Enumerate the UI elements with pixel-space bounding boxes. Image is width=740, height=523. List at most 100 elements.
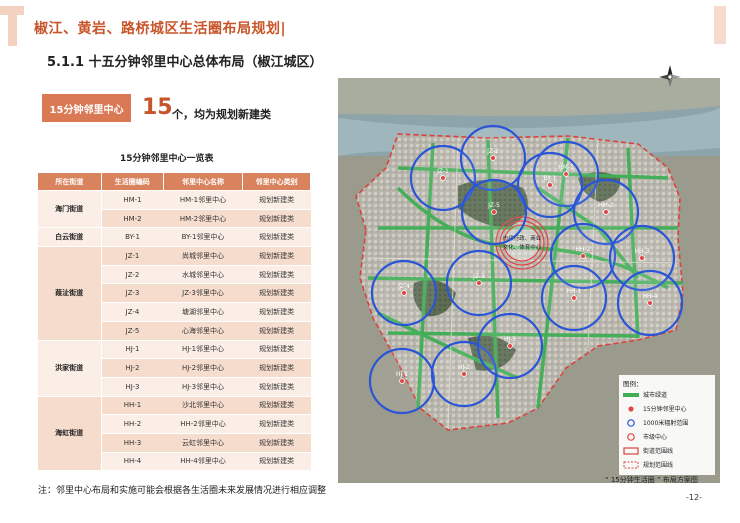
type-cell: 规划新建类: [242, 209, 311, 229]
circle-label: HJ-3: [504, 336, 516, 343]
name-cell: 沙北邻里中心: [163, 396, 243, 416]
neighborhood-center-dot: [399, 378, 405, 384]
circle-label: HH-3: [634, 248, 649, 255]
legend-item: 街道范围线: [623, 446, 673, 455]
code-cell: JZ-2: [101, 265, 164, 285]
page-number: -12-: [686, 493, 702, 502]
city-center-legend-icon: [623, 432, 639, 441]
name-cell: 水城邻里中心: [163, 265, 243, 285]
code-cell: JZ-5: [101, 321, 164, 341]
north-arrow-icon: [659, 65, 681, 87]
legend-item: 市级中心: [623, 432, 667, 441]
map-legend: 图例： 城市绿道 15分钟邻里中心 1000米辐射范围 市级中心 街道范围线 规…: [619, 375, 715, 475]
neighborhood-center-table: 所在街道 生活圈编码 邻里中心名称 邻里中心类别 海门街道 HM-1 HM-1邻里中…: [37, 172, 311, 472]
street-cell: 海虹街道: [37, 396, 102, 472]
center-dot-legend-icon: [623, 405, 639, 413]
code-cell: HH-2: [101, 414, 164, 434]
neighborhood-center-dot: [461, 371, 467, 377]
table-header: 邻里中心名称: [162, 172, 244, 191]
type-cell: 规划新建类: [242, 265, 311, 285]
name-cell: HH-4邻里中心: [163, 452, 243, 472]
circle-label: JZ-5: [487, 202, 500, 209]
code-cell: JZ-1: [101, 246, 164, 266]
code-cell: HH-4: [101, 452, 164, 472]
table-header: 生活圈编码: [100, 172, 164, 191]
table-row: 洪家街道 HJ-1 HJ-1邻里中心 规划新建类: [37, 340, 311, 397]
name-cell: JZ-3邻里中心: [163, 283, 243, 304]
city-center-label-2: 文化、体育中心: [503, 243, 542, 251]
table-row: 白云街道 BY-1 BY-1邻里中心 规划新建类: [37, 227, 311, 248]
table-row: 葭沚街道 JZ-1 尚城邻里中心 规划新建类: [37, 246, 311, 341]
name-cell: HM-2邻里中心: [163, 209, 243, 229]
code-cell: JZ-3: [101, 283, 164, 304]
legend-title: 图例：: [623, 380, 643, 388]
header-decoration: [0, 0, 26, 46]
code-cell: HM-1: [101, 190, 164, 210]
type-cell: 规划新建类: [242, 283, 311, 304]
plan-boundary-legend-icon: [623, 461, 639, 469]
code-cell: HJ-3: [101, 377, 164, 397]
type-cell: 规划新建类: [242, 358, 311, 378]
circle-label: JZ-4: [397, 283, 410, 290]
type-cell: 规划新建类: [242, 340, 311, 360]
type-cell: 规划新建类: [242, 377, 311, 397]
circle-label: HJ-2: [458, 364, 470, 371]
code-cell: BY-1: [101, 227, 164, 248]
table-header: 所在街道: [37, 172, 102, 191]
table-body: 海门街道 HM-1 HM-1邻里中心 规划新建类 HM-2 HM-2邻里中心 规划新建类 白云…: [37, 190, 311, 472]
circle-label: BY-1: [544, 175, 557, 182]
street-cell: 葭沚街道: [37, 246, 102, 341]
neighborhood-center-dot: [491, 209, 497, 215]
footnote: 注：邻里中心布局和实施可能会根据各生活圈未来发展情况进行相应调整: [38, 486, 327, 496]
code-cell: HJ-1: [101, 340, 164, 360]
table-row: 海门街道 HM-1 HM-1邻里中心 规划新建类: [37, 190, 311, 229]
neighborhood-center-dot: [647, 300, 653, 306]
highlight-number: 15: [142, 95, 173, 120]
highlight-text: 个，均为规划新建类: [172, 108, 271, 121]
name-cell: HM-1邻里中心: [163, 190, 243, 210]
circle-label: HH-2: [575, 246, 590, 253]
type-cell: 规划新建类: [242, 227, 311, 248]
code-cell: HH-3: [101, 433, 164, 453]
neighborhood-center-dot: [571, 295, 577, 301]
type-cell: 规划新建类: [242, 321, 311, 341]
name-cell: HJ-2邻里中心: [163, 358, 243, 378]
name-cell: 塘湖邻里中心: [163, 302, 243, 322]
legend-item: 城市绿道: [623, 390, 667, 399]
street-boundary-legend-icon: [623, 446, 639, 455]
header-decoration-right: [714, 6, 726, 44]
circle-label: JZ-3: [472, 273, 485, 280]
radius-legend-icon: [623, 418, 639, 427]
type-cell: 规划新建类: [242, 396, 311, 416]
neighborhood-center-dot: [547, 182, 553, 188]
highlight-label: 15分钟邻里中心: [42, 94, 131, 122]
table-row: 海虹街道 HH-1 沙北邻里中心 规划新建类: [37, 396, 311, 472]
neighborhood-center-dot: [476, 280, 482, 286]
circle-label: HH-1: [566, 288, 581, 295]
code-cell: HM-2: [101, 209, 164, 229]
code-cell: HJ-2: [101, 358, 164, 378]
code-cell: JZ-4: [101, 302, 164, 322]
circle-label: JZ-2: [486, 148, 499, 155]
type-cell: 规划新建类: [242, 246, 311, 266]
neighborhood-center-dot: [580, 253, 586, 259]
type-cell: 规划新建类: [242, 433, 311, 453]
circle-label: HM-2: [598, 202, 614, 209]
neighborhood-center-dot: [440, 175, 446, 181]
map-caption: “ 15分钟生活圈 ” 布局方案图: [605, 476, 698, 484]
name-cell: 心海邻里中心: [163, 321, 243, 341]
neighborhood-center-dot: [507, 343, 513, 349]
type-cell: 规划新建类: [242, 414, 311, 434]
street-cell: 洪家街道: [37, 340, 102, 397]
document-title: 椒江、黄岩、路桥城区生活圈布局规划|: [34, 21, 287, 37]
street-cell: 白云街道: [37, 227, 102, 248]
circle-label: JZ-1: [436, 168, 449, 175]
street-cell: 海门街道: [37, 190, 102, 229]
legend-item: 15分钟邻里中心: [623, 404, 687, 413]
type-cell: 规划新建类: [242, 190, 311, 210]
type-cell: 规划新建类: [242, 452, 311, 472]
name-cell: HJ-3邻里中心: [163, 377, 243, 397]
greenway-legend-icon: [623, 391, 639, 399]
table-header-row: 所在街道 生活圈编码 邻里中心名称 邻里中心类别: [37, 172, 311, 191]
neighborhood-center-dot: [639, 255, 645, 261]
